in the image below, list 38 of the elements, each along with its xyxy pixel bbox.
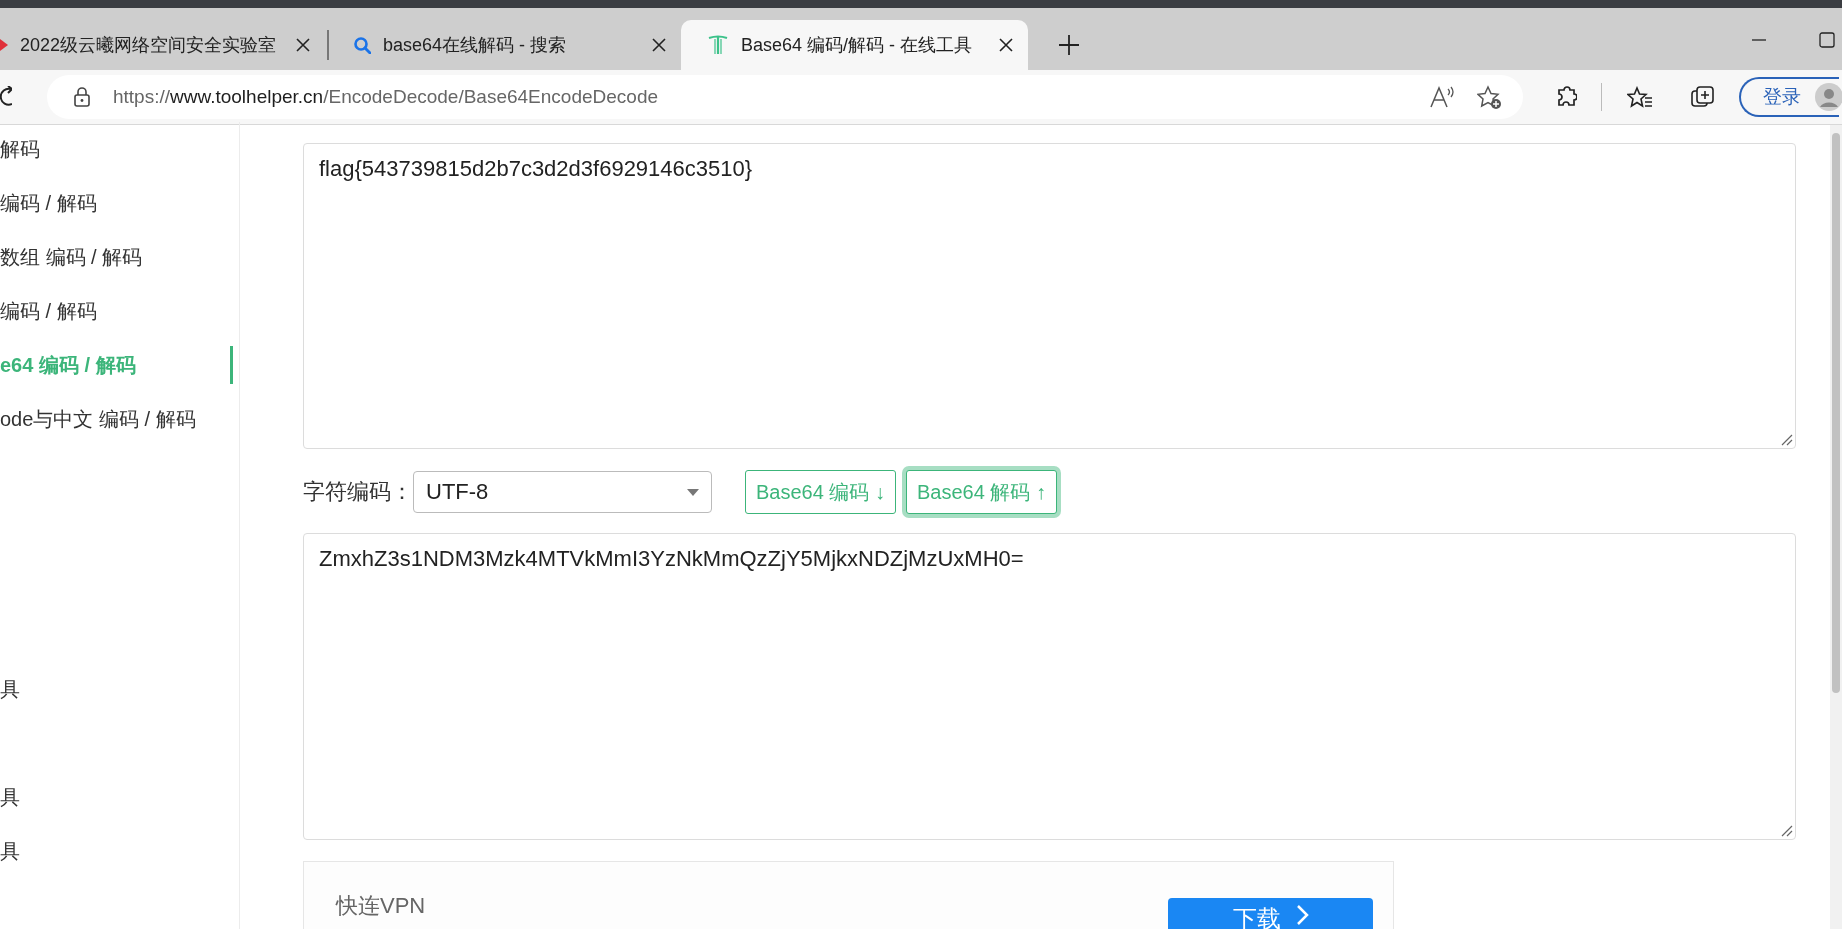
add-favorite-icon[interactable] bbox=[1477, 85, 1501, 109]
chevron-icon bbox=[1294, 903, 1309, 927]
collections-icon[interactable] bbox=[1691, 86, 1715, 108]
browser-tab[interactable]: Base64 编码/解码 - 在线工具 bbox=[681, 20, 1028, 70]
close-icon[interactable] bbox=[295, 37, 311, 53]
reload-icon[interactable] bbox=[0, 86, 12, 108]
close-icon[interactable] bbox=[998, 37, 1014, 53]
ad-brand: 快连VPN bbox=[336, 892, 426, 920]
sidebar-item[interactable]: 数组 编码 / 解码 bbox=[0, 243, 143, 271]
resize-grip-icon bbox=[1781, 825, 1793, 837]
sidebar-item[interactable]: 具 bbox=[0, 675, 20, 703]
dropdown-arrow-icon bbox=[687, 488, 699, 496]
new-tab-icon[interactable] bbox=[1058, 34, 1080, 56]
close-icon[interactable] bbox=[651, 37, 667, 53]
sidebar-item[interactable]: 具 bbox=[0, 783, 20, 811]
sidebar-item[interactable]: ode与中文 编码 / 解码 bbox=[0, 405, 196, 433]
input-field[interactable]: flag{543739815d2b7c3d2d3f6929146c3510} bbox=[303, 143, 1796, 449]
sidebar-item[interactable]: 编码 / 解码 bbox=[0, 189, 97, 217]
browser-tab[interactable]: 2022级云曦网络空间安全实验室 bbox=[0, 20, 325, 70]
sidebar-item[interactable]: 编码 / 解码 bbox=[0, 297, 97, 325]
charset-label: 字符编码： bbox=[303, 478, 413, 506]
output-field[interactable]: ZmxhZ3s1NDM3Mzk4MTVkMmI3YzNkMmQzZjY5MjkxNDZjMzUxMH0= bbox=[303, 533, 1796, 840]
scrollbar[interactable] bbox=[1830, 125, 1842, 929]
favorites-icon[interactable] bbox=[1627, 86, 1653, 108]
address-bar[interactable]: https://www.toolhelper.cn/EncodeDecode/Base64EncodeDecode bbox=[47, 75, 1523, 119]
sidebar-item[interactable]: 具 bbox=[0, 837, 20, 865]
letter-t-logo-icon bbox=[707, 34, 729, 56]
sidebar-item[interactable]: 解码 bbox=[0, 135, 40, 163]
browser-tab[interactable]: base64在线解码 - 搜索 bbox=[331, 20, 681, 70]
lock-icon bbox=[73, 87, 91, 107]
resize-grip-icon bbox=[1781, 434, 1793, 446]
url-text: https://www.toolhelper.cn/EncodeDecode/Base64EncodeDecode bbox=[113, 86, 660, 108]
search-icon bbox=[353, 36, 371, 54]
charset-dropdown[interactable]: UTF-8 bbox=[413, 471, 712, 513]
login-button[interactable]: 登录 bbox=[1739, 77, 1839, 117]
read-aloud-icon[interactable] bbox=[1430, 86, 1455, 108]
puzzle-icon[interactable] bbox=[1557, 86, 1577, 108]
maximize-icon[interactable] bbox=[1819, 32, 1835, 48]
